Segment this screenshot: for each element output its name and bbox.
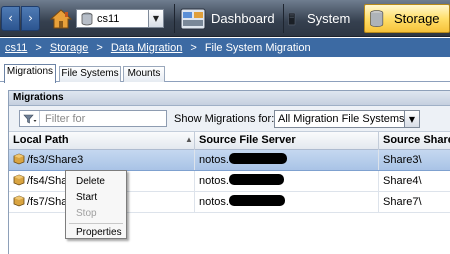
tab-dashboard[interactable]: Dashboard — [180, 4, 280, 33]
redaction-mark — [228, 195, 285, 206]
chevron-right-icon: › — [28, 11, 33, 25]
share-text: Share3\ — [383, 154, 422, 166]
chevron-down-icon[interactable]: ▼ — [148, 10, 163, 27]
column-header-label: Local Path — [13, 134, 69, 146]
filter-funnel-icon[interactable] — [20, 111, 40, 126]
column-header-source-share[interactable]: Source Share/ — [379, 132, 450, 150]
show-migrations-select[interactable]: All Migration File Systems ▼ — [274, 110, 420, 128]
column-header-label: Source File Server — [199, 134, 296, 146]
share-folder-icon — [13, 153, 25, 165]
redaction-mark — [228, 153, 287, 164]
sort-ascending-icon: ▲ — [185, 135, 193, 144]
tab-system-label: System — [307, 11, 351, 26]
cell-source-share: Share4\ — [379, 171, 450, 191]
app-window: ‹ › cs11 ▼ Dashboard System Storage cs11… — [0, 0, 450, 254]
filter-input[interactable]: Filter for — [19, 110, 167, 127]
table-row[interactable]: /fs3/Share3 notos. Share3\ — [9, 150, 450, 171]
menu-separator — [69, 223, 123, 224]
forward-button[interactable]: › — [21, 6, 40, 31]
breadcrumb-link-system[interactable]: cs11 — [5, 42, 27, 54]
toolbar-divider — [174, 4, 175, 33]
breadcrumb-separator: > — [35, 41, 42, 54]
local-path-text: /fs3/Share3 — [27, 154, 84, 166]
menu-item-stop: Stop — [76, 208, 97, 219]
menu-item-start[interactable]: Start — [66, 190, 126, 206]
cell-source-server: notos. — [195, 192, 379, 212]
cell-local-path: /fs3/Share3 — [9, 150, 195, 170]
column-header-local-path[interactable]: Local Path — [9, 132, 195, 150]
panel-title: Migrations — [9, 91, 450, 106]
column-header-source-file-server[interactable]: Source File Server — [195, 132, 379, 150]
chevron-down-icon[interactable]: ▼ — [404, 111, 419, 127]
share-text: Share7\ — [383, 196, 422, 208]
tab-system[interactable]: System — [283, 4, 361, 33]
breadcrumb-current: File System Migration — [204, 41, 311, 54]
menu-item-delete[interactable]: Delete — [66, 174, 126, 190]
cell-source-server: notos. — [195, 150, 379, 170]
share-text: Share4\ — [383, 175, 422, 187]
share-folder-icon — [13, 174, 25, 186]
database-icon — [81, 12, 93, 25]
home-icon — [49, 9, 73, 29]
tab-file-systems[interactable]: File Systems — [59, 66, 121, 82]
context-menu: Delete Start Stop Properties — [65, 170, 127, 239]
back-button[interactable]: ‹ — [1, 6, 20, 31]
show-migrations-value: All Migration File Systems — [278, 113, 404, 125]
grid-header: Local Path ▲ Source File Server Source S… — [9, 132, 450, 150]
server-text: notos. — [199, 154, 229, 166]
tab-dashboard-label: Dashboard — [211, 11, 275, 26]
cell-source-share: Share3\ — [379, 150, 450, 170]
cell-source-server: notos. — [195, 171, 379, 191]
chevron-left-icon: ‹ — [8, 11, 13, 25]
breadcrumb-separator: > — [96, 41, 103, 54]
breadcrumb-link-storage[interactable]: Storage — [50, 42, 89, 54]
dashboard-icon — [180, 8, 206, 29]
top-nav-bar: ‹ › cs11 ▼ Dashboard System Storage — [0, 0, 450, 37]
system-select[interactable]: cs11 ▼ — [76, 9, 164, 28]
tab-migrations[interactable]: Migrations — [4, 64, 56, 83]
tab-migrations-label: Migrations — [6, 66, 54, 77]
share-folder-icon — [13, 195, 25, 207]
home-button[interactable] — [49, 8, 73, 30]
server-text: notos. — [199, 175, 229, 187]
show-migrations-label: Show Migrations for: — [174, 113, 275, 125]
tab-storage[interactable]: Storage — [364, 4, 450, 33]
tab-file-systems-label: File Systems — [61, 68, 119, 79]
tab-mounts[interactable]: Mounts — [123, 66, 165, 82]
server-text: notos. — [199, 196, 229, 208]
storage-cylinder-icon — [370, 9, 384, 27]
tab-storage-label: Storage — [394, 11, 440, 26]
breadcrumb: cs11 > Storage > Data Migration > File S… — [0, 38, 450, 57]
breadcrumb-separator: > — [190, 41, 197, 54]
system-select-value: cs11 — [97, 12, 120, 25]
server-icon — [288, 12, 296, 25]
tab-mounts-label: Mounts — [127, 68, 161, 79]
sub-tab-bar: Migrations File Systems Mounts — [0, 64, 450, 83]
filter-placeholder: Filter for — [45, 112, 86, 125]
redaction-mark — [228, 174, 284, 185]
breadcrumb-link-data-migration[interactable]: Data Migration — [111, 42, 183, 54]
cell-source-share: Share7\ — [379, 192, 450, 212]
column-header-label: Source Share/ — [383, 134, 450, 146]
panel-toolbar: Filter for Show Migrations for: All Migr… — [9, 106, 450, 132]
menu-item-properties[interactable]: Properties — [66, 225, 126, 241]
